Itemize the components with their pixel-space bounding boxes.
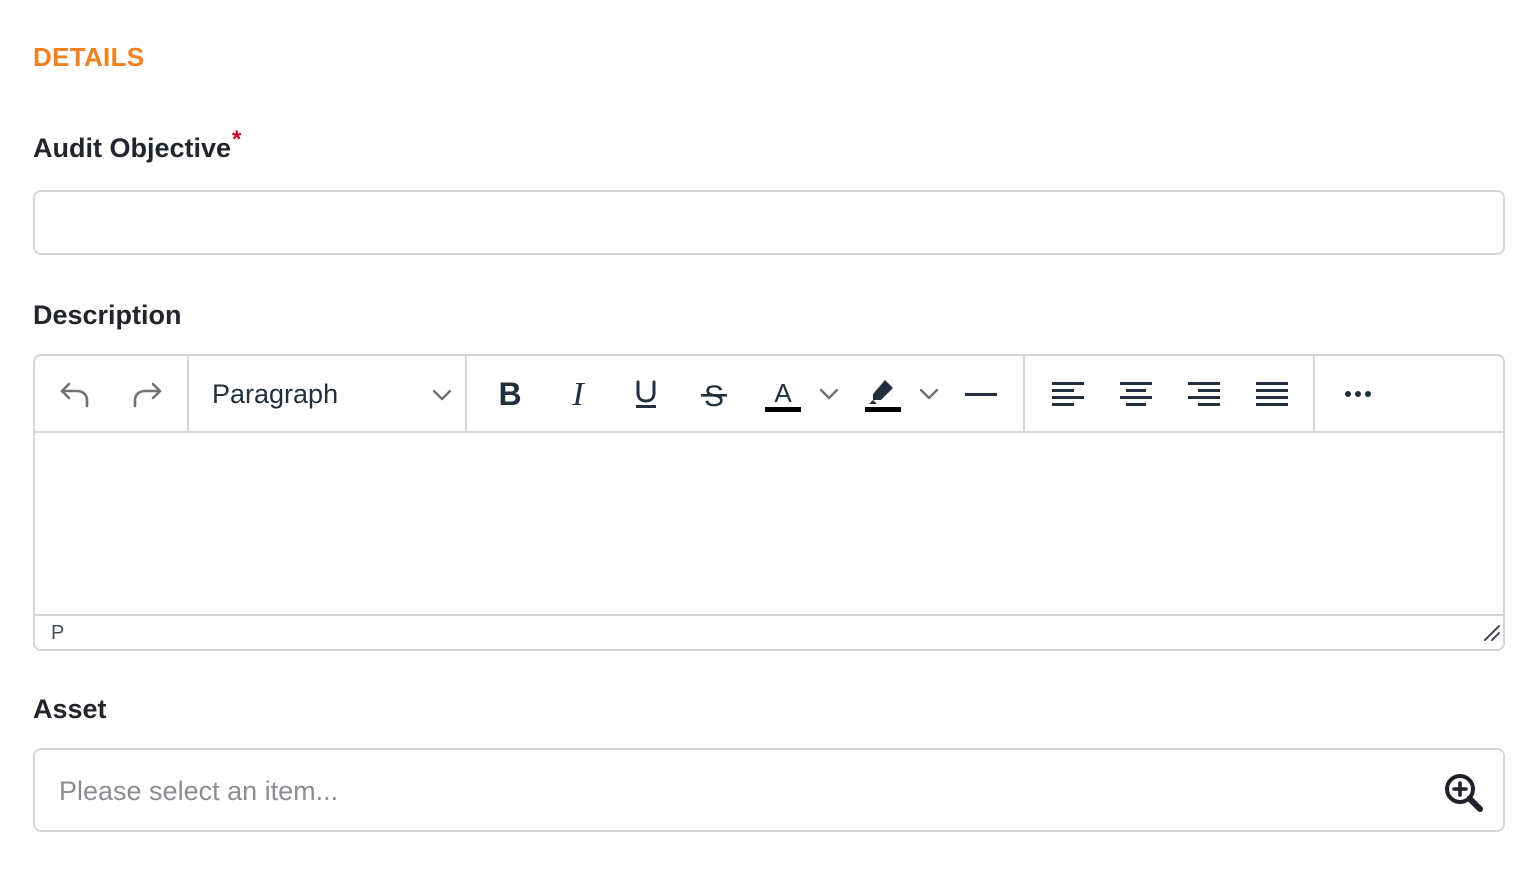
description-label: Description xyxy=(33,300,182,330)
asset-lookup-field[interactable]: Please select an item... xyxy=(33,748,1505,832)
editor-statusbar: P xyxy=(35,614,1503,649)
toolbar-divider xyxy=(1023,356,1025,431)
align-center-button[interactable] xyxy=(1112,370,1160,418)
strikethrough-icon: S xyxy=(696,376,732,412)
asset-placeholder: Please select an item... xyxy=(59,776,339,806)
asset-label: Asset xyxy=(33,694,107,724)
align-justify-button[interactable] xyxy=(1248,370,1296,418)
chevron-down-icon xyxy=(818,383,840,405)
underline-button[interactable] xyxy=(622,370,670,418)
audit-objective-input[interactable] xyxy=(33,190,1505,255)
bold-button[interactable]: B xyxy=(486,370,534,418)
horizontal-rule-icon xyxy=(963,376,999,412)
description-editor: Paragraph B I S A P xyxy=(33,354,1505,651)
text-color-button[interactable]: A xyxy=(759,370,807,418)
toolbar-divider xyxy=(1313,356,1315,431)
highlight-dropdown[interactable] xyxy=(909,370,949,418)
resize-handle-icon[interactable] xyxy=(1481,622,1501,647)
align-center-icon xyxy=(1118,376,1154,412)
align-justify-icon xyxy=(1254,376,1290,412)
svg-text:I: I xyxy=(571,376,585,412)
align-right-button[interactable] xyxy=(1180,370,1228,418)
align-left-icon xyxy=(1050,376,1086,412)
block-format-select[interactable]: Paragraph xyxy=(211,370,471,418)
toolbar-divider xyxy=(465,356,467,431)
more-options-button[interactable] xyxy=(1334,370,1382,418)
horizontal-rule-button[interactable] xyxy=(957,370,1005,418)
editor-toolbar: Paragraph B I S A xyxy=(35,356,1503,433)
underline-icon xyxy=(628,376,664,412)
redo-button[interactable] xyxy=(123,370,171,418)
editor-content-area[interactable] xyxy=(35,433,1503,617)
svg-text:B: B xyxy=(498,376,521,412)
align-right-icon xyxy=(1186,376,1222,412)
highlight-button[interactable] xyxy=(859,370,907,418)
undo-icon xyxy=(57,376,93,412)
undo-button[interactable] xyxy=(51,370,99,418)
align-left-button[interactable] xyxy=(1044,370,1092,418)
redo-icon xyxy=(129,376,165,412)
audit-objective-label-text: Audit Objective xyxy=(33,133,232,163)
italic-button[interactable]: I xyxy=(554,370,602,418)
audit-objective-label: Audit Objective* xyxy=(33,126,241,164)
section-title: DETAILS xyxy=(33,42,145,72)
bold-icon: B xyxy=(492,376,528,412)
chevron-down-icon xyxy=(918,383,940,405)
toolbar-divider xyxy=(187,356,189,431)
text-color-icon: A xyxy=(763,374,803,414)
more-icon xyxy=(1340,376,1376,412)
chevron-down-icon xyxy=(431,384,453,411)
required-indicator: * xyxy=(232,126,242,153)
strikethrough-button[interactable]: S xyxy=(690,370,738,418)
element-path[interactable]: P xyxy=(51,622,64,645)
text-color-dropdown[interactable] xyxy=(809,370,849,418)
italic-icon: I xyxy=(560,376,596,412)
zoom-in-icon xyxy=(1443,774,1485,818)
block-format-label: Paragraph xyxy=(212,378,339,409)
svg-text:A: A xyxy=(774,378,792,408)
highlight-icon xyxy=(863,374,903,414)
asset-lookup-button[interactable] xyxy=(1443,772,1485,819)
